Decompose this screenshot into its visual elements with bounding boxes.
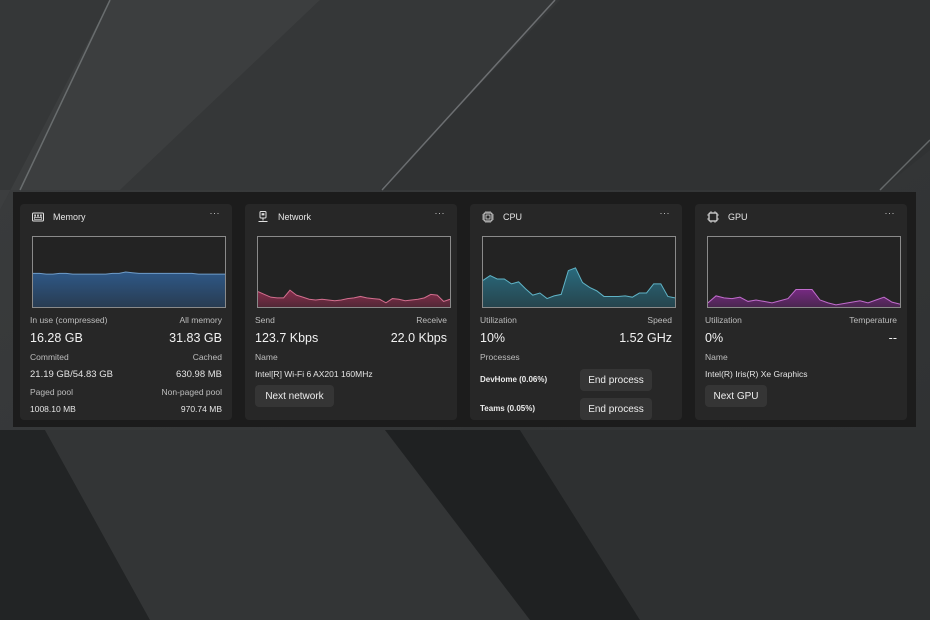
gpu-widget-title: GPU bbox=[728, 212, 748, 222]
gpu-widget: GPU ··· Utilization Temperature 0% -- Na… bbox=[695, 204, 907, 420]
paged-pool-label: Paged pool bbox=[30, 387, 74, 397]
cpu-chip-icon bbox=[482, 211, 494, 223]
next-network-button[interactable]: Next network bbox=[255, 385, 334, 407]
network-widget-header: Network ··· bbox=[245, 204, 457, 230]
gpu-temperature-value: -- bbox=[888, 331, 897, 345]
gpu-widget-header: GPU ··· bbox=[695, 204, 907, 230]
network-widget-title: Network bbox=[278, 212, 312, 222]
committed-label: Commited bbox=[30, 352, 69, 362]
memory-usage-chart bbox=[32, 236, 226, 308]
memory-widget: Memory ··· In use (compressed) All memor… bbox=[20, 204, 232, 420]
gpu-utilization-value: 0% bbox=[705, 331, 724, 345]
cpu-widget-title: CPU bbox=[503, 212, 523, 222]
cached-value: 630.98 MB bbox=[176, 369, 222, 380]
gpu-chart-svg bbox=[708, 289, 900, 307]
end-process-button[interactable]: End process bbox=[580, 398, 652, 420]
receive-value: 22.0 Kbps bbox=[390, 331, 447, 345]
network-name-label: Name bbox=[255, 352, 278, 362]
chart-area-fill bbox=[708, 289, 900, 307]
gpu-chip-icon bbox=[707, 211, 719, 223]
cpu-speed-value: 1.52 GHz bbox=[619, 331, 672, 345]
cpu-chart-svg bbox=[483, 267, 675, 307]
memory-chip-icon bbox=[32, 212, 44, 222]
cpu-more-options-button[interactable]: ··· bbox=[660, 208, 671, 218]
cpu-widget-header: CPU ··· bbox=[470, 204, 682, 230]
network-widget: Network ··· Send Receive 123.7 Kbps 22.0… bbox=[245, 204, 457, 420]
non-paged-pool-value: 970.74 MB bbox=[180, 404, 222, 414]
cached-label: Cached bbox=[192, 352, 222, 362]
processes-label: Processes bbox=[480, 352, 520, 362]
network-chart-svg bbox=[258, 289, 450, 307]
cpu-utilization-value: 10% bbox=[480, 331, 506, 345]
gpu-utilization-label: Utilization bbox=[705, 315, 742, 325]
all-memory-value: 31.83 GB bbox=[169, 331, 222, 345]
memory-widget-title: Memory bbox=[53, 212, 86, 222]
gpu-more-options-button[interactable]: ··· bbox=[885, 208, 896, 218]
gpu-name-value: Intel(R) Iris(R) Xe Graphics bbox=[705, 369, 808, 379]
ethernet-port-icon bbox=[258, 211, 268, 222]
memory-widget-header: Memory ··· bbox=[20, 204, 232, 230]
send-value: 123.7 Kbps bbox=[255, 331, 319, 345]
cpu-widget: CPU ··· Utilization Speed 10% 1.52 GHz P… bbox=[470, 204, 682, 420]
gpu-name-label: Name bbox=[705, 352, 728, 362]
send-label: Send bbox=[255, 315, 275, 325]
in-use-label: In use (compressed) bbox=[30, 315, 108, 325]
chart-area-fill bbox=[33, 272, 225, 307]
next-gpu-button[interactable]: Next GPU bbox=[705, 385, 767, 407]
cpu-utilization-label: Utilization bbox=[480, 315, 517, 325]
gpu-usage-chart bbox=[707, 236, 901, 308]
committed-value: 21.19 GB/54.83 GB bbox=[30, 369, 113, 380]
gpu-temperature-label: Temperature bbox=[849, 315, 897, 325]
cpu-usage-chart bbox=[482, 236, 676, 308]
process-name: Teams (0.05%) bbox=[480, 404, 535, 413]
all-memory-label: All memory bbox=[179, 315, 222, 325]
receive-label: Receive bbox=[416, 315, 447, 325]
chart-area-fill bbox=[483, 267, 675, 307]
cpu-speed-label: Speed bbox=[647, 315, 672, 325]
in-use-value: 16.28 GB bbox=[30, 331, 83, 345]
end-process-button[interactable]: End process bbox=[580, 369, 652, 391]
memory-more-options-button[interactable]: ··· bbox=[210, 208, 221, 218]
memory-chart-svg bbox=[33, 271, 225, 307]
network-more-options-button[interactable]: ··· bbox=[435, 208, 446, 218]
network-usage-chart bbox=[257, 236, 451, 308]
network-name-value: Intel[R] Wi-Fi 6 AX201 160MHz bbox=[255, 369, 373, 379]
paged-pool-value: 1008.10 MB bbox=[30, 404, 76, 414]
process-name: DevHome (0.06%) bbox=[480, 375, 548, 384]
non-paged-pool-label: Non-paged pool bbox=[161, 387, 223, 397]
